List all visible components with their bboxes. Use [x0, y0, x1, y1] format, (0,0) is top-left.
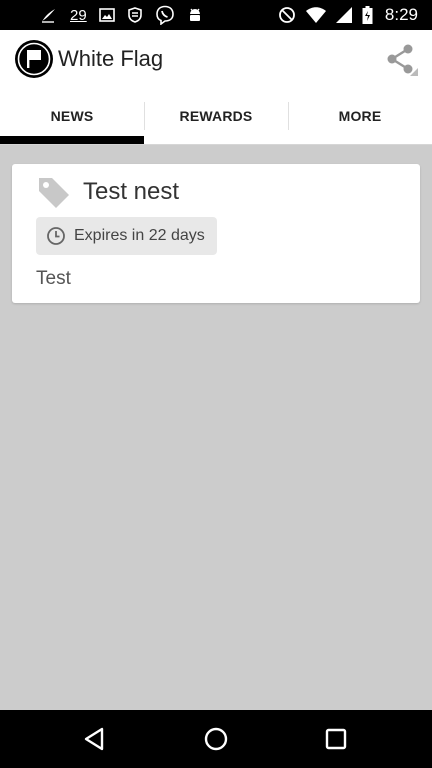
recents-icon[interactable]: [320, 723, 352, 755]
news-body: Test: [36, 268, 71, 289]
tab-bar: NEWS REWARDS MORE: [0, 88, 432, 145]
home-icon[interactable]: [200, 723, 232, 755]
shield-icon: [127, 7, 142, 23]
clock-icon: [47, 227, 65, 245]
tab-news[interactable]: NEWS: [0, 88, 144, 144]
status-bar-notifications: 29: [40, 0, 203, 30]
viber-icon: [155, 5, 174, 25]
share-icon[interactable]: [384, 42, 418, 76]
expiry-text: Expires in 22 days: [74, 227, 205, 244]
wifi-icon: [305, 7, 326, 23]
picture-icon: [98, 8, 115, 22]
back-icon[interactable]: [80, 723, 112, 755]
app-bar: White Flag: [0, 30, 432, 88]
app-title: White Flag: [58, 46, 164, 71]
white-flag-logo[interactable]: [14, 39, 54, 79]
battery-icon: [362, 6, 373, 24]
blocked-icon: [279, 7, 295, 23]
tab-rewards[interactable]: REWARDS: [144, 88, 288, 144]
feather-icon: [42, 9, 55, 23]
status-bar-system: 8:29: [278, 0, 418, 30]
news-card[interactable]: Test nest Expires in 22 days Test: [12, 164, 420, 303]
status-bar: 29 8:29: [0, 0, 432, 30]
navigation-bar: [0, 710, 432, 768]
expiry-chip: Expires in 22 days: [36, 217, 217, 255]
android-icon: [189, 8, 200, 21]
news-title: Test nest: [83, 178, 180, 205]
signal-icon: [335, 7, 352, 23]
tag-icon: [39, 178, 69, 208]
status-time: 8:29: [384, 5, 418, 24]
tab-more[interactable]: MORE: [288, 88, 432, 144]
notification-count: 29: [70, 6, 87, 24]
